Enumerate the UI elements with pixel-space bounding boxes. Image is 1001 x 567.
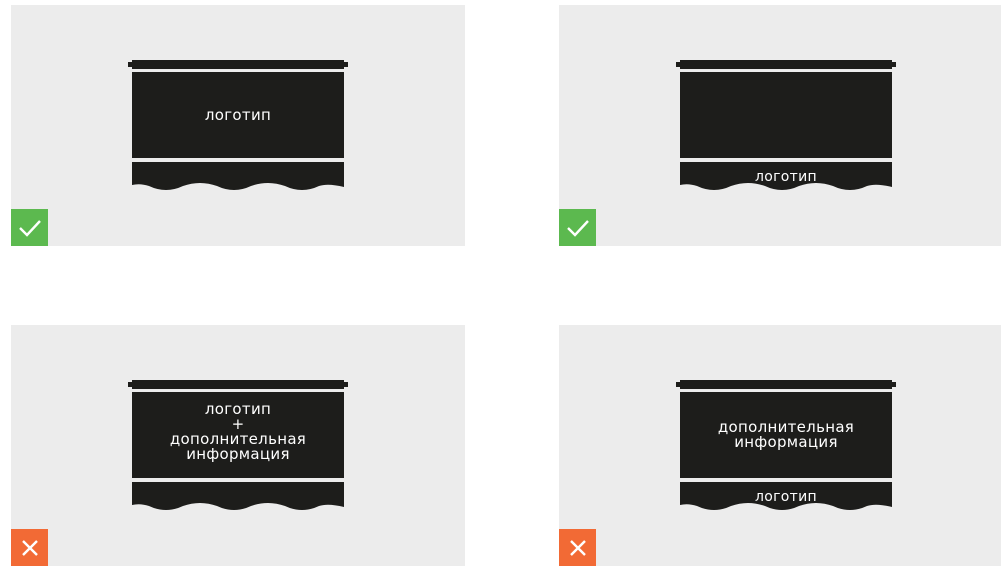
main-text: логотип bbox=[132, 108, 344, 123]
example-panel-2: логотип bbox=[559, 5, 1001, 246]
example-panel-1: логотип bbox=[11, 5, 465, 246]
main-text-line: логотип bbox=[204, 106, 272, 124]
verdict-badge bbox=[11, 209, 48, 246]
example-panel-4: дополнительная информация логотип bbox=[559, 325, 1001, 566]
verdict-badge bbox=[559, 209, 596, 246]
cross-icon bbox=[569, 539, 586, 556]
verdict-badge bbox=[559, 529, 596, 566]
valance-text: логотип bbox=[755, 169, 817, 185]
roller-tube bbox=[132, 380, 344, 389]
main-text: логотип + дополнительная информация bbox=[132, 402, 344, 462]
check-icon bbox=[566, 219, 589, 237]
awning-illustration: логотип + дополнительная информация bbox=[128, 380, 348, 516]
valance bbox=[132, 482, 344, 510]
awning-canvas bbox=[680, 72, 892, 158]
roller-tube bbox=[680, 60, 892, 69]
awning-illustration: логотип bbox=[676, 60, 896, 196]
awning-graphic bbox=[128, 60, 348, 190]
verdict-badge bbox=[11, 529, 48, 566]
main-text: дополнительная информация bbox=[680, 420, 892, 450]
check-icon bbox=[18, 219, 41, 237]
awning-illustration: дополнительная информация логотип bbox=[676, 380, 896, 516]
awning-illustration: логотип bbox=[128, 60, 348, 196]
roller-tube bbox=[132, 60, 344, 69]
valance bbox=[132, 162, 344, 190]
example-panel-3: логотип + дополнительная информация bbox=[11, 325, 465, 566]
valance-text: логотип bbox=[755, 489, 817, 505]
roller-tube bbox=[680, 380, 892, 389]
cross-icon bbox=[21, 539, 38, 556]
main-text-line: информация bbox=[186, 445, 290, 463]
main-text-line: информация bbox=[734, 433, 838, 451]
